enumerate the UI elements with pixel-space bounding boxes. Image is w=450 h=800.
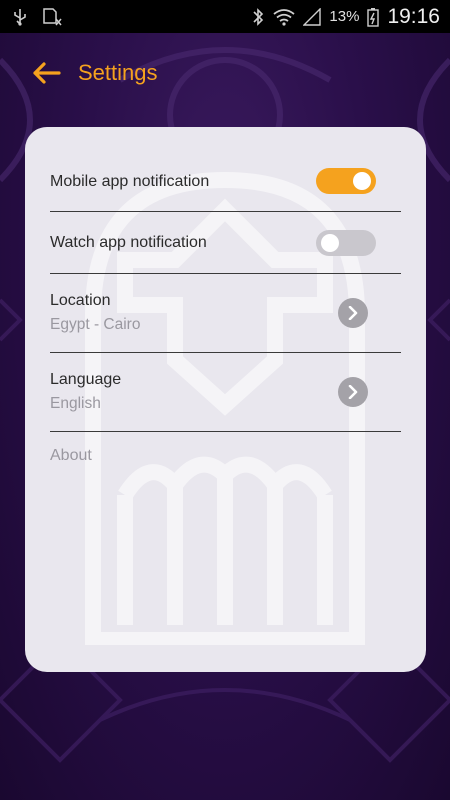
chevron-right-icon xyxy=(348,306,358,320)
usb-icon xyxy=(12,8,28,26)
mobile-notification-label: Mobile app notification xyxy=(50,173,210,190)
watch-notification-row: Watch app notification xyxy=(50,212,401,274)
location-row[interactable]: Location Egypt - Cairo xyxy=(50,274,401,353)
about-link[interactable]: About xyxy=(50,432,401,465)
page-title: Settings xyxy=(78,60,158,85)
mobile-notification-toggle[interactable] xyxy=(316,168,376,194)
location-label: Location xyxy=(50,292,111,309)
app-bar: Settings xyxy=(0,33,450,113)
mobile-notification-row: Mobile app notification xyxy=(50,127,401,212)
language-value: English xyxy=(50,395,101,412)
watch-notification-toggle[interactable] xyxy=(316,229,376,256)
chevron-right-icon xyxy=(348,385,358,399)
back-button[interactable] xyxy=(26,53,66,93)
settings-card: Mobile app notification Watch app notifi… xyxy=(25,127,426,672)
toggle-knob xyxy=(321,233,339,252)
toggle-knob xyxy=(353,172,371,190)
battery-percentage: 13% xyxy=(329,8,360,25)
status-bar: 13% 19:16 xyxy=(0,0,450,33)
bluetooth-icon xyxy=(251,7,265,27)
clock: 19:16 xyxy=(387,4,440,28)
battery-icon xyxy=(367,7,380,27)
language-row[interactable]: Language English xyxy=(50,353,401,432)
settings-list: Mobile app notification Watch app notifi… xyxy=(25,127,426,465)
watch-notification-label: Watch app notification xyxy=(50,233,207,251)
location-chevron-button[interactable] xyxy=(338,298,368,328)
arrow-left-icon xyxy=(33,62,61,84)
signal-icon xyxy=(303,7,322,26)
language-label: Language xyxy=(50,371,122,388)
wifi-icon xyxy=(273,8,295,26)
sim-card-icon xyxy=(42,7,62,26)
location-value: Egypt - Cairo xyxy=(50,316,141,333)
language-chevron-button[interactable] xyxy=(338,377,368,407)
